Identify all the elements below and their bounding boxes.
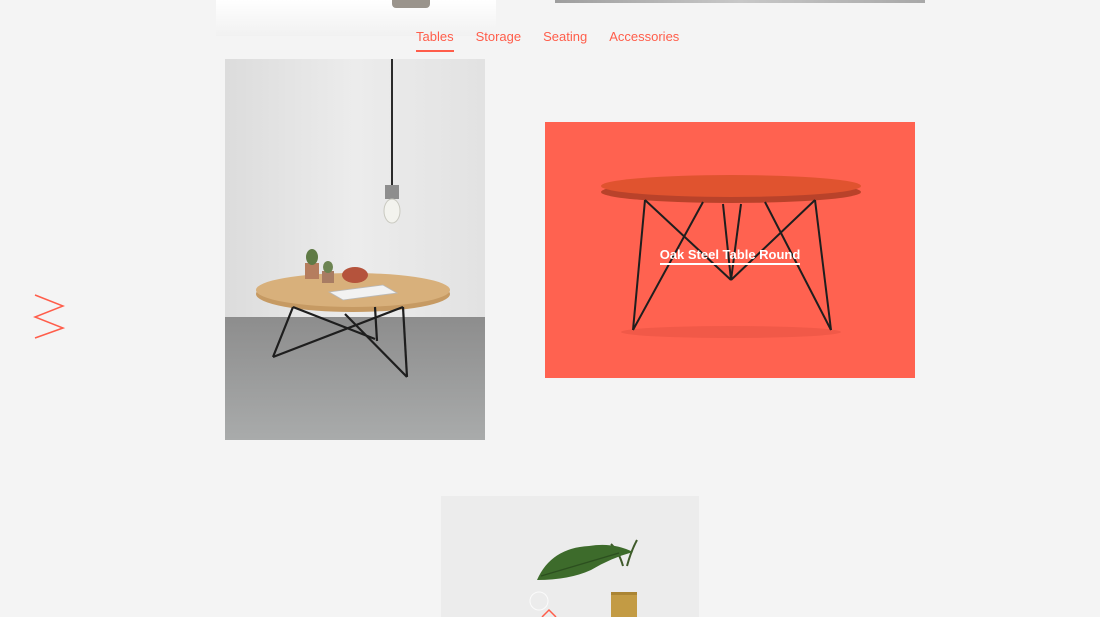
zigzag-icon xyxy=(33,294,65,339)
featured-product-link[interactable]: Oak Steel Table Round xyxy=(659,247,801,265)
tab-storage[interactable]: Storage xyxy=(476,28,522,52)
category-nav: Tables Storage Seating Accessories xyxy=(416,28,679,52)
product-card-round-coffee-table[interactable] xyxy=(225,59,485,440)
tab-tables[interactable]: Tables xyxy=(416,28,454,52)
product-photo xyxy=(225,59,485,440)
product-photo xyxy=(441,496,699,617)
tab-seating[interactable]: Seating xyxy=(543,28,587,52)
tab-accessories[interactable]: Accessories xyxy=(609,28,679,52)
product-card-vase[interactable] xyxy=(441,496,699,617)
featured-product-title: Oak Steel Table Round xyxy=(545,246,915,265)
featured-product-card[interactable]: Oak Steel Table Round xyxy=(545,122,915,378)
product-object xyxy=(392,0,430,8)
top-product-image-right[interactable] xyxy=(555,0,925,3)
